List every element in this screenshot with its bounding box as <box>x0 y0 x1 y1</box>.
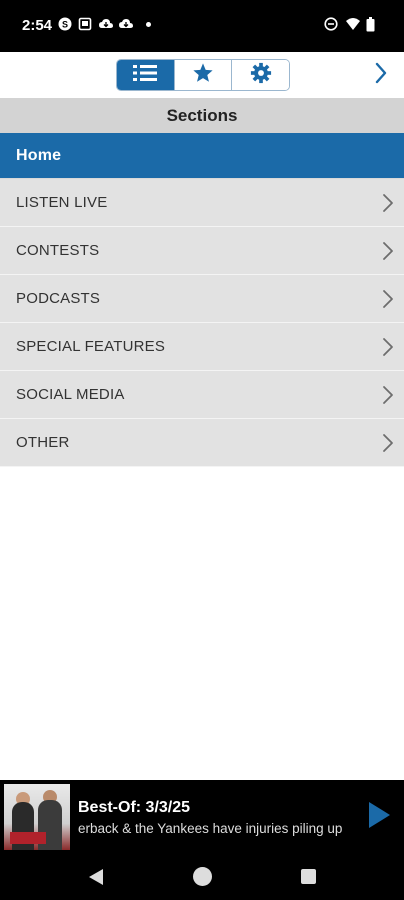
podcast-artwork <box>4 784 70 850</box>
list-icon <box>131 63 159 88</box>
play-icon <box>367 801 391 834</box>
do-not-disturb-icon <box>324 17 338 31</box>
battery-icon <box>366 17 380 32</box>
home-circle-icon[interactable] <box>193 867 212 886</box>
chevron-right-icon <box>380 432 396 454</box>
chevron-right-icon <box>380 192 396 214</box>
section-item-label: CONTESTS <box>16 242 100 259</box>
next-button[interactable] <box>370 62 392 89</box>
view-segmented-control <box>116 59 290 91</box>
svg-text:S: S <box>62 20 68 30</box>
settings-tab[interactable] <box>232 60 289 90</box>
player-subtitle: erback & the Yankees have injuries pilin… <box>78 821 343 836</box>
system-nav-bar <box>0 853 404 900</box>
section-item-social-media[interactable]: SOCIAL MEDIA <box>0 371 404 419</box>
section-item-label: OTHER <box>16 434 70 451</box>
mini-player[interactable]: Best-Of: 3/3/25 erback & the Yankees hav… <box>0 780 404 853</box>
cloud-download-icon <box>98 17 113 31</box>
recents-square-icon[interactable] <box>301 869 316 884</box>
section-item-label: SOCIAL MEDIA <box>16 386 125 403</box>
section-item-home[interactable]: Home <box>0 133 404 179</box>
toolbar <box>0 52 404 98</box>
notification-icons: S <box>58 17 151 31</box>
back-triangle-icon[interactable] <box>88 868 104 891</box>
section-item-label: Home <box>16 146 62 164</box>
wifi-icon <box>345 17 360 31</box>
more-notifications-dot <box>146 21 151 27</box>
cloud-download-icon <box>118 17 133 31</box>
section-item-podcasts[interactable]: PODCASTS <box>0 275 404 323</box>
star-icon <box>192 62 214 89</box>
chevron-right-icon <box>380 384 396 406</box>
sections-list: Home LISTEN LIVE CONTESTS PODCASTS SPECI… <box>0 133 404 467</box>
section-item-label: SPECIAL FEATURES <box>16 338 166 355</box>
system-icons <box>324 17 380 32</box>
section-item-other[interactable]: OTHER <box>0 419 404 467</box>
chevron-right-icon <box>374 62 388 89</box>
skype-icon: S <box>58 17 72 31</box>
section-item-special-features[interactable]: SPECIAL FEATURES <box>0 323 404 371</box>
gear-icon <box>250 62 272 89</box>
sections-tab[interactable] <box>117 60 175 90</box>
chevron-right-icon <box>380 336 396 358</box>
player-title: Best-Of: 3/3/25 <box>78 799 191 816</box>
sections-header: Sections <box>0 98 404 133</box>
section-item-contests[interactable]: CONTESTS <box>0 227 404 275</box>
status-time: 2:54 <box>22 17 53 34</box>
section-item-label: PODCASTS <box>16 290 101 307</box>
tablet-icon <box>78 17 92 31</box>
favorites-tab[interactable] <box>174 60 233 90</box>
status-bar: 2:54 S <box>0 0 404 52</box>
play-button[interactable] <box>366 801 392 834</box>
chevron-right-icon <box>380 288 396 310</box>
section-item-label: LISTEN LIVE <box>16 194 108 211</box>
section-item-listen-live[interactable]: LISTEN LIVE <box>0 179 404 227</box>
chevron-right-icon <box>380 240 396 262</box>
